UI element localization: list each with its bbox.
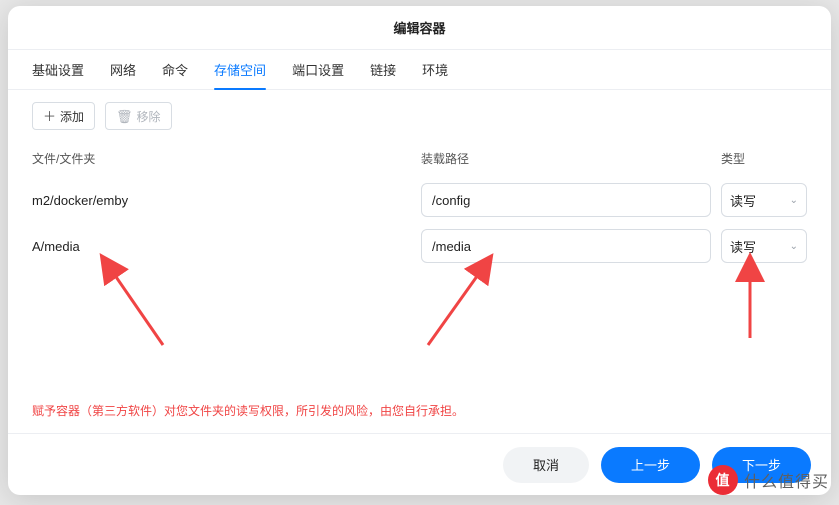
- watermark-text: 什么值得买: [744, 468, 829, 492]
- remove-button-label: 移除: [137, 108, 161, 125]
- trash-icon: 🗑: [116, 110, 133, 123]
- mount-path-input[interactable]: [421, 183, 711, 217]
- volumes-table: 文件/文件夹 装载路径 类型 m2/docker/emby 读写 ⌄ A/medi…: [8, 134, 831, 269]
- mount-path-input[interactable]: [421, 229, 711, 263]
- tab-label: 命令: [162, 60, 188, 79]
- host-path-cell[interactable]: m2/docker/emby: [32, 193, 411, 208]
- mode-select[interactable]: 读写 ⌄: [721, 229, 807, 263]
- dialog-title: 编辑容器: [8, 6, 831, 50]
- watermark: 值 什么值得买: [708, 465, 829, 495]
- tab-basic[interactable]: 基础设置: [32, 50, 84, 90]
- tab-label: 端口设置: [292, 60, 344, 79]
- chevron-down-icon: ⌄: [790, 241, 798, 252]
- tab-label: 基础设置: [32, 60, 84, 79]
- table-header: 文件/文件夹 装载路径 类型: [32, 140, 807, 177]
- tabs-bar: 基础设置 网络 命令 存储空间 端口设置 链接 环境: [8, 50, 831, 90]
- col-mode: 类型: [721, 150, 807, 167]
- add-button[interactable]: ＋ 添加: [32, 102, 95, 130]
- chevron-down-icon: ⌄: [790, 195, 798, 206]
- table-row: A/media 读写 ⌄: [32, 223, 807, 269]
- table-row: m2/docker/emby 读写 ⌄: [32, 177, 807, 223]
- tab-port[interactable]: 端口设置: [292, 50, 344, 90]
- dialog-window: 编辑容器 基础设置 网络 命令 存储空间 端口设置 链接 环境 ＋添加 🗑移除 …: [8, 6, 831, 495]
- add-button-label: 添加: [60, 108, 84, 125]
- cancel-button[interactable]: 取消: [503, 447, 589, 483]
- mode-select[interactable]: 读写 ⌄: [721, 183, 807, 217]
- tab-label: 网络: [110, 60, 136, 79]
- host-path-cell[interactable]: A/media: [32, 239, 411, 254]
- permission-warning: 赋予容器（第三方软件）对您文件夹的读写权限，所引发的风险，由您自行承担。: [8, 362, 831, 433]
- tab-env[interactable]: 环境: [422, 50, 448, 90]
- tab-storage[interactable]: 存储空间: [214, 50, 266, 90]
- col-mount: 装载路径: [421, 150, 711, 167]
- watermark-logo-icon: 值: [708, 465, 738, 495]
- toolbar: ＋ 添加 🗑 移除: [8, 90, 831, 134]
- prev-button[interactable]: 上一步: [601, 447, 700, 483]
- col-host: 文件/文件夹: [32, 150, 411, 167]
- tab-link[interactable]: 链接: [370, 50, 396, 90]
- tab-cmd[interactable]: 命令: [162, 50, 188, 90]
- tab-label: 链接: [370, 60, 396, 79]
- plus-icon: ＋: [43, 110, 56, 123]
- tab-label: 环境: [422, 60, 448, 79]
- mode-select-value: 读写: [730, 237, 756, 256]
- tab-label: 存储空间: [214, 60, 266, 79]
- remove-button[interactable]: 🗑 移除: [105, 102, 172, 130]
- tab-network[interactable]: 网络: [110, 50, 136, 90]
- mode-select-value: 读写: [730, 191, 756, 210]
